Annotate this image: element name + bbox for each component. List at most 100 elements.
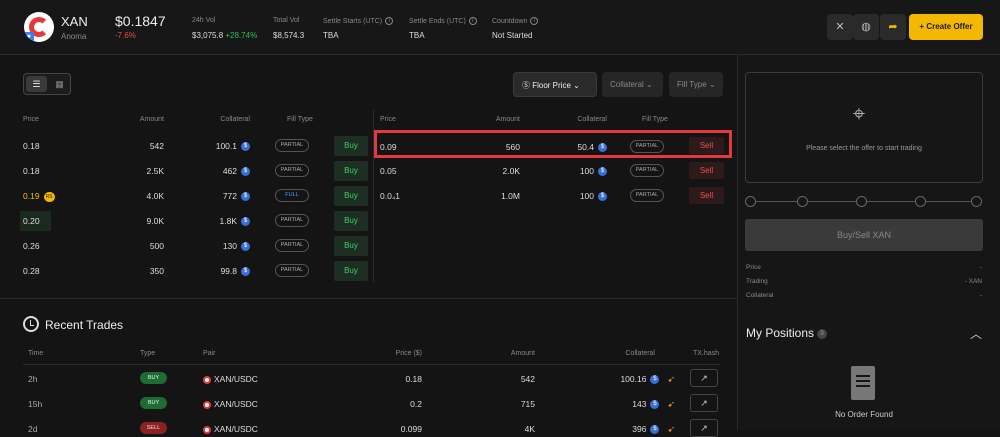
usdc-icon: $ xyxy=(241,142,250,152)
row-amount: 350 xyxy=(149,266,164,276)
select-offer-hint: Please select the offer to start trading xyxy=(806,145,922,152)
fill-type-dropdown[interactable]: Fill Type ⌄ xyxy=(669,72,723,97)
row-price: 0.19 RS xyxy=(23,191,55,202)
stat-value-settle-starts: TBA xyxy=(323,31,339,40)
buy-button[interactable]: Buy xyxy=(334,236,368,256)
row-price: 0.09 xyxy=(380,142,397,152)
top-header: ● XAN Anoma $0.1847 -7.6% 24h Vol $3,075… xyxy=(0,0,1000,55)
usdc-icon: $ xyxy=(241,167,250,177)
stat-label-countdown: Countdown i xyxy=(492,17,539,25)
usdc-icon: $ xyxy=(241,192,250,202)
trade-collateral: 100.16 $ ➹ xyxy=(620,374,675,385)
row-collateral: 462 $ xyxy=(190,166,250,177)
share-arrow-icon[interactable]: ➦ xyxy=(880,14,906,40)
trade-pair: XAN/USDC xyxy=(203,374,258,384)
pointer-click-icon: ⌖ xyxy=(852,101,866,126)
detail-label-trading: Trading xyxy=(746,278,768,285)
receipt-icon xyxy=(851,366,875,400)
info-icon[interactable]: i xyxy=(530,17,539,25)
sell-button[interactable]: Sell xyxy=(689,162,724,179)
stat-label-24h-vol: 24h Vol xyxy=(192,17,216,24)
row-price: 0.20 xyxy=(20,211,51,231)
slider-step[interactable] xyxy=(745,196,756,207)
swap-icon: ➹ xyxy=(667,399,675,410)
usdc-icon: $ xyxy=(241,267,250,277)
row-price: 0.0₄1 xyxy=(380,191,401,201)
stat-label-total-vol: Total Vol xyxy=(273,17,300,24)
row-collateral: 1.8K $ xyxy=(190,216,250,227)
fill-type-badge: PARTIAL xyxy=(275,239,309,252)
usdc-icon: $ xyxy=(598,143,607,153)
row-collateral: 100.1 $ xyxy=(190,141,250,152)
fill-type-badge: PARTIAL xyxy=(275,264,309,277)
trades-header-price: Price ($) xyxy=(395,350,422,357)
trade-time: 2h xyxy=(28,374,38,384)
sell-header-amount: Amount xyxy=(495,116,520,123)
row-amount: 500 xyxy=(149,241,164,251)
row-collateral: 100 $ xyxy=(545,166,607,177)
fill-type-badge: PARTIAL xyxy=(275,139,309,152)
fill-type-badge: PARTIAL xyxy=(630,140,664,153)
detail-value-collateral: - xyxy=(979,292,982,299)
trade-amount: 4K xyxy=(524,424,535,434)
trades-header-type: Type xyxy=(140,350,156,357)
row-collateral: 130 $ xyxy=(190,241,250,252)
xan-token-icon xyxy=(203,400,211,409)
no-order-text: No Order Found xyxy=(835,410,893,419)
collateral-dropdown[interactable]: Collateral ⌄ xyxy=(602,72,663,97)
row-amount: 560 xyxy=(505,142,520,152)
trade-price: 0.2 xyxy=(410,399,422,409)
buy-button[interactable]: Buy xyxy=(334,161,368,181)
usdc-icon: $ xyxy=(650,375,660,385)
stat-value-settle-ends: TBA xyxy=(409,31,425,40)
row-price: 0.18 xyxy=(23,141,40,151)
trades-header-collateral: Collateral xyxy=(625,350,655,357)
token-symbol: XAN xyxy=(61,14,88,29)
create-offer-button[interactable]: + Create Offer xyxy=(909,14,983,40)
trades-header-time: Time xyxy=(28,350,44,357)
tx-link-button[interactable]: ↗ xyxy=(690,369,718,387)
floor-price-dropdown[interactable]: Ⓢ Floor Price ⌄ xyxy=(513,72,597,97)
sell-button[interactable]: Sell xyxy=(689,187,724,204)
info-icon[interactable]: i xyxy=(385,17,394,25)
slider-step[interactable] xyxy=(856,196,867,207)
buy-sell-button[interactable]: Buy/Sell XAN xyxy=(745,219,983,251)
grid-view-icon[interactable]: ▦ xyxy=(49,76,70,92)
tx-link-button[interactable]: ↗ xyxy=(690,419,718,437)
x-social-button[interactable]: ✕ xyxy=(827,14,853,40)
buy-button[interactable]: Buy xyxy=(334,211,368,231)
trade-collateral: 143 $ ➹ xyxy=(632,399,675,410)
buy-button[interactable]: Buy xyxy=(334,136,368,156)
trades-header-divider xyxy=(23,364,720,365)
sell-button[interactable]: Sell xyxy=(689,137,724,154)
buy-button[interactable]: Buy xyxy=(334,261,368,281)
slider-step[interactable] xyxy=(971,196,982,207)
detail-value-trading: - XAN xyxy=(964,278,982,285)
slider-step[interactable] xyxy=(915,196,926,207)
buy-button[interactable]: Buy xyxy=(334,186,368,206)
usdc-icon: $ xyxy=(241,217,250,227)
section-divider xyxy=(0,298,737,299)
tx-link-button[interactable]: ↗ xyxy=(690,394,718,412)
row-price: 0.05 xyxy=(380,166,397,176)
list-view-icon[interactable]: ☰ xyxy=(26,76,47,92)
price-change: -7.6% xyxy=(115,31,136,40)
usdc-icon: $ xyxy=(241,242,250,252)
trade-amount: 715 xyxy=(520,399,535,409)
stat-value-24h-vol: $3,075.8 +28.74% xyxy=(192,31,258,40)
view-toggle: ☰ ▦ xyxy=(23,73,71,95)
row-amount: 9.0K xyxy=(146,216,165,226)
sell-header-price: Price xyxy=(380,116,396,123)
chevron-up-icon[interactable]: ︿ xyxy=(970,325,982,342)
fill-type-badge: FULL xyxy=(275,189,309,202)
info-icon[interactable]: i xyxy=(468,17,477,25)
globe-icon[interactable]: ◍ xyxy=(853,14,879,40)
fill-type-badge: PARTIAL xyxy=(630,164,664,177)
trade-pair: XAN/USDC xyxy=(203,424,258,434)
swap-icon: ➹ xyxy=(667,374,675,385)
trade-type-badge: BUY xyxy=(140,372,167,384)
fill-type-badge: PARTIAL xyxy=(275,214,309,227)
trade-price: 0.099 xyxy=(400,424,422,434)
slider-step[interactable] xyxy=(797,196,808,207)
row-amount: 2.0K xyxy=(502,166,521,176)
